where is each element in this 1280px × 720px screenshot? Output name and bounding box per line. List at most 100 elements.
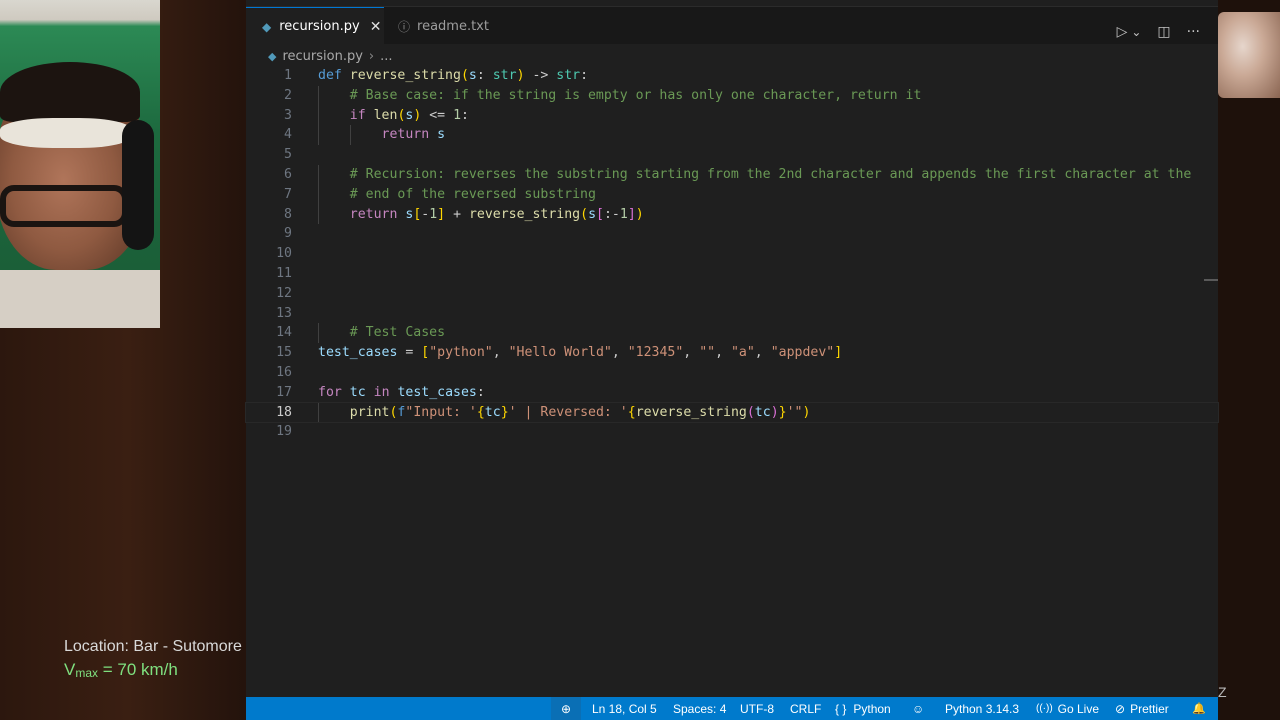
code-line[interactable]: 5 bbox=[246, 145, 1218, 165]
line-number: 5 bbox=[284, 147, 292, 163]
editor-actions: ▷ ⌄ ◫ ··· bbox=[1117, 13, 1200, 51]
breadcrumb-separator: › bbox=[368, 48, 375, 64]
line-number: 17 bbox=[276, 384, 292, 400]
split-editor-icon[interactable]: ◫ bbox=[1157, 24, 1170, 40]
broadcast-icon: ((·)) bbox=[1036, 703, 1053, 714]
chevron-down-icon[interactable]: ⌄ bbox=[1131, 25, 1141, 39]
webcam-glasses bbox=[0, 185, 128, 227]
code-line[interactable]: 11 bbox=[246, 264, 1218, 284]
indentation-setting[interactable]: Spaces: 4 bbox=[673, 697, 726, 720]
line-number: 11 bbox=[276, 265, 292, 281]
tab-label: readme.txt bbox=[417, 18, 489, 34]
line-number: 2 bbox=[284, 87, 292, 103]
code-area[interactable]: 1 def reverse_string(s: str) -> str: 2 # B… bbox=[245, 66, 1219, 442]
scrollbar-marker[interactable] bbox=[1204, 279, 1218, 281]
code-line[interactable]: 18 print(f"Input: '{tc}' | Reversed: '{r… bbox=[245, 401, 1219, 424]
webcam-headband bbox=[0, 118, 132, 148]
webcam-feed-right bbox=[1218, 12, 1280, 98]
code-text: # Base case: if the string is empty or h… bbox=[349, 87, 922, 103]
line-number: 14 bbox=[276, 325, 292, 341]
code-text: return s bbox=[381, 127, 446, 143]
cursor-position[interactable]: Ln 18, Col 5 bbox=[592, 697, 657, 720]
run-icon[interactable]: ▷ bbox=[1117, 24, 1128, 40]
prettier-icon: ⊘ bbox=[1115, 701, 1126, 716]
screen: Location: Bar - Sutomore Vmax = 70 km/h … bbox=[0, 0, 1280, 720]
line-number: 13 bbox=[276, 305, 292, 321]
zoom-glyph: ⊕ bbox=[560, 701, 572, 716]
vmax-sub: max bbox=[75, 666, 99, 680]
code-line[interactable]: 10 bbox=[246, 244, 1218, 264]
code-line[interactable]: 6 # Recursion: reverses the substring st… bbox=[246, 164, 1218, 185]
close-icon[interactable]: ✕ bbox=[370, 19, 382, 35]
code-line[interactable]: 19 bbox=[246, 422, 1218, 442]
location-label: Location: Bar - Sutomore bbox=[64, 638, 242, 655]
line-number: 19 bbox=[276, 424, 292, 440]
line-number: 15 bbox=[276, 345, 292, 361]
code-line[interactable]: 1 def reverse_string(s: str) -> str: bbox=[246, 66, 1218, 86]
zoom-icon[interactable]: ⊕ bbox=[551, 697, 581, 720]
eol-setting[interactable]: CRLF bbox=[790, 697, 821, 720]
prettier-label: Prettier bbox=[1130, 701, 1169, 716]
language-mode[interactable]: { } Python bbox=[835, 697, 891, 720]
python-interpreter[interactable]: Python 3.14.3 bbox=[945, 697, 1019, 720]
code-line[interactable]: 17 for tc in test_cases: bbox=[246, 383, 1218, 403]
line-number: 7 bbox=[284, 186, 292, 202]
line-number: 4 bbox=[284, 127, 292, 143]
python-file-icon: ◆ bbox=[268, 49, 277, 63]
code-line[interactable]: 16 bbox=[246, 363, 1218, 383]
tab-label: recursion.py bbox=[279, 19, 360, 34]
breadcrumb: ◆ recursion.py › ... bbox=[268, 46, 393, 66]
python-file-icon: ◆ bbox=[262, 19, 272, 34]
code-text: # Test Cases bbox=[349, 325, 446, 341]
code-text: test_cases = ["python", "Hello World", "… bbox=[318, 345, 843, 361]
code-line[interactable]: 15 test_cases = ["python", "Hello World",… bbox=[246, 343, 1218, 363]
code-line[interactable]: 12 bbox=[246, 284, 1218, 304]
code-text: # Recursion: reverses the substring star… bbox=[349, 166, 1192, 182]
code-text: return s[-1] + reverse_string(s[:-1]) bbox=[349, 206, 644, 222]
code-line[interactable]: 13 bbox=[246, 304, 1218, 324]
code-text: print(f"Input: '{tc}' | Reversed: '{reve… bbox=[349, 404, 811, 420]
code-line[interactable]: 3 if len(s) <= 1: bbox=[246, 105, 1218, 126]
breadcrumb-file[interactable]: recursion.py bbox=[282, 49, 362, 64]
copilot-icon[interactable]: ☺ bbox=[912, 697, 924, 720]
prettier-button[interactable]: ⊘ Prettier bbox=[1115, 697, 1169, 720]
breadcrumb-symbols[interactable]: ... bbox=[380, 49, 392, 64]
code-line[interactable]: 7 # end of the reversed substring bbox=[246, 184, 1218, 205]
language-label: Python bbox=[853, 701, 891, 716]
go-live-button[interactable]: ((·)) Go Live bbox=[1036, 697, 1099, 720]
code-line[interactable]: 4 return s bbox=[246, 125, 1218, 146]
info-file-icon: ⓘ bbox=[398, 19, 411, 34]
code-line[interactable]: 9 bbox=[246, 224, 1218, 244]
more-actions-icon[interactable]: ··· bbox=[1187, 24, 1200, 40]
corner-mark: Z bbox=[1218, 684, 1227, 700]
webcam-feed bbox=[0, 0, 160, 328]
encoding-setting[interactable]: UTF-8 bbox=[740, 697, 774, 720]
webcam-shirt bbox=[0, 270, 160, 328]
line-number: 8 bbox=[284, 206, 292, 222]
webcam-hair bbox=[0, 62, 140, 122]
status-bar: ⊕ Ln 18, Col 5 Spaces: 4 UTF-8 CRLF { } P… bbox=[246, 697, 1218, 720]
tab-recursion-py[interactable]: ◆ recursion.py ✕ bbox=[246, 7, 384, 45]
tab-readme-txt[interactable]: ⓘ readme.txt bbox=[384, 7, 510, 45]
braces-icon: { } bbox=[835, 701, 847, 716]
tab-bar: ◆ recursion.py ✕ ⓘ readme.txt ▷ ⌄ ◫ ··· bbox=[246, 6, 1218, 45]
code-text: for tc in test_cases: bbox=[318, 384, 485, 400]
line-number: 10 bbox=[276, 246, 292, 262]
code-line[interactable]: 8 return s[-1] + reverse_string(s[:-1]) bbox=[246, 204, 1218, 225]
line-number: 9 bbox=[284, 226, 292, 242]
webcam-headset bbox=[122, 120, 154, 250]
vmax-v: V bbox=[64, 660, 76, 679]
line-number: 16 bbox=[276, 364, 292, 380]
bell-icon[interactable]: 🔔 bbox=[1192, 697, 1206, 720]
code-line[interactable]: 2 # Base case: if the string is empty or… bbox=[246, 85, 1218, 106]
vmax-value: = 70 km/h bbox=[98, 660, 178, 679]
line-number: 12 bbox=[276, 285, 292, 301]
line-number: 1 bbox=[284, 68, 292, 83]
go-live-label: Go Live bbox=[1057, 701, 1100, 716]
code-line[interactable]: 14 # Test Cases bbox=[246, 323, 1218, 344]
vmax-label: Vmax = 70 km/h bbox=[64, 660, 178, 680]
code-editor: ◆ recursion.py ✕ ⓘ readme.txt ▷ ⌄ ◫ ··· … bbox=[245, 0, 1219, 720]
code-text: if len(s) <= 1: bbox=[349, 107, 469, 123]
code-text: def reverse_string(s: str) -> str: bbox=[318, 68, 589, 83]
line-number: 3 bbox=[284, 107, 292, 123]
